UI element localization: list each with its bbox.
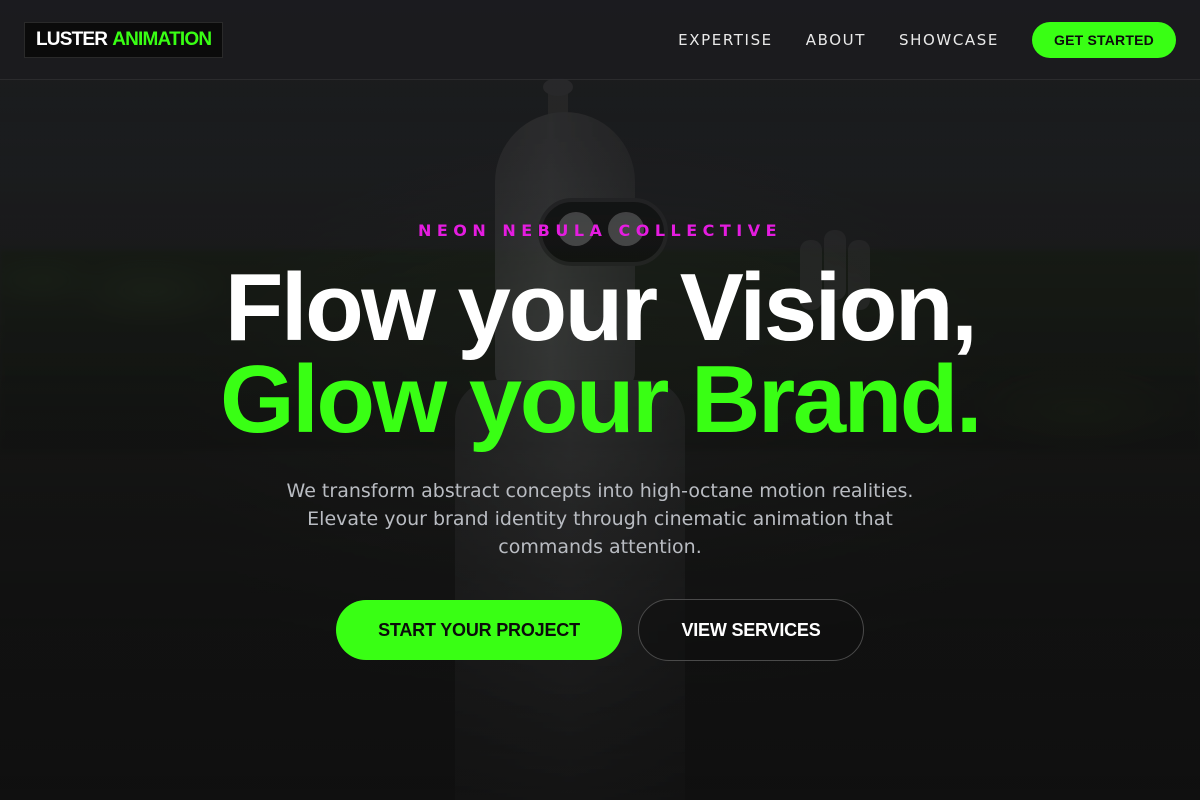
hero-eyebrow: NEON NEBULA COLLECTIVE: [417, 221, 783, 240]
start-your-project-button[interactable]: START YOUR PROJECT: [336, 600, 622, 660]
hero-button-group: START YOUR PROJECT VIEW SERVICES: [0, 599, 1200, 661]
nav-link-about[interactable]: ABOUT: [806, 31, 866, 49]
headline-line-1: Flow your Vision,: [224, 254, 978, 361]
hero-headline: Flow your Vision, Glow your Brand.: [0, 254, 1200, 453]
headline-line-2: Glow your Brand.: [219, 346, 983, 453]
nav-menu: EXPERTISE ABOUT SHOWCASE GET STARTED: [678, 21, 1176, 58]
logo-word-animation: ANIMATION: [112, 28, 212, 50]
hero-section: NEON NEBULA COLLECTIVE Flow your Vision,…: [0, 80, 1200, 800]
top-navigation-bar: LUSTER ANIMATION EXPERTISE ABOUT SHOWCAS…: [0, 0, 1200, 80]
nav-link-showcase[interactable]: SHOWCASE: [899, 31, 999, 49]
logo-word-luster: LUSTER: [36, 28, 108, 50]
hero-subtext: We transform abstract concepts into high…: [286, 480, 914, 558]
view-services-button[interactable]: VIEW SERVICES: [638, 599, 864, 661]
nav-link-expertise[interactable]: EXPERTISE: [678, 31, 773, 49]
get-started-button[interactable]: GET STARTED: [1032, 21, 1176, 58]
brand-logo[interactable]: LUSTER ANIMATION: [24, 21, 224, 58]
